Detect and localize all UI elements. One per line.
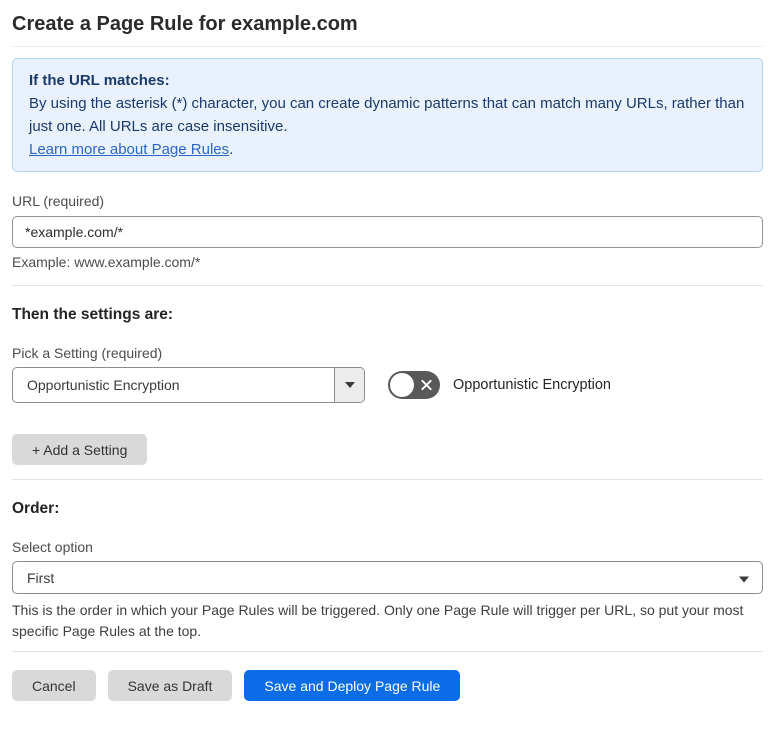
opportunistic-encryption-toggle[interactable] xyxy=(388,371,440,399)
setting-row: Opportunistic Encryption Opportunistic E… xyxy=(12,367,763,403)
create-page-rule-form: Create a Page Rule for example.com If th… xyxy=(0,12,775,701)
chevron-down-icon xyxy=(344,382,355,388)
divider-order xyxy=(12,479,763,480)
order-heading: Order: xyxy=(12,500,60,517)
toggle-off-x-icon xyxy=(421,379,432,391)
setting-dropdown[interactable]: Opportunistic Encryption xyxy=(12,367,365,403)
chevron-down-icon xyxy=(739,576,749,582)
order-select[interactable]: First xyxy=(12,561,763,594)
page-title: Create a Page Rule for example.com xyxy=(12,13,358,35)
divider-settings xyxy=(12,285,763,286)
order-description: This is the order in which your Page Rul… xyxy=(12,602,744,639)
settings-heading: Then the settings are: xyxy=(12,306,174,323)
save-as-draft-button[interactable]: Save as Draft xyxy=(107,670,233,701)
order-select-label: Select option xyxy=(12,539,93,555)
info-box-link-line: Learn more about Page Rules. xyxy=(29,138,746,161)
cancel-button[interactable]: Cancel xyxy=(12,670,96,701)
url-match-info-box: If the URL matches: By using the asteris… xyxy=(12,58,763,172)
title-divider xyxy=(12,46,763,47)
link-period: . xyxy=(229,141,234,158)
info-box-heading: If the URL matches: xyxy=(29,72,170,89)
info-box-body: By using the asterisk (*) character, you… xyxy=(29,95,745,135)
order-select-value: First xyxy=(27,569,55,586)
divider-actions xyxy=(12,651,763,652)
pick-setting-label: Pick a Setting (required) xyxy=(12,345,163,361)
learn-more-link[interactable]: Learn more about Page Rules xyxy=(29,141,229,158)
url-label: URL (required) xyxy=(12,193,105,209)
url-example-hint: Example: www.example.com/* xyxy=(12,254,201,270)
setting-dropdown-value: Opportunistic Encryption xyxy=(27,377,180,393)
toggle-label: Opportunistic Encryption xyxy=(453,377,611,393)
setting-dropdown-arrow-button[interactable] xyxy=(334,368,364,402)
url-input[interactable] xyxy=(12,216,763,248)
save-and-deploy-button[interactable]: Save and Deploy Page Rule xyxy=(244,670,461,701)
toggle-knob xyxy=(390,373,414,397)
action-buttons-row: Cancel Save as Draft Save and Deploy Pag… xyxy=(12,670,763,701)
add-setting-button[interactable]: + Add a Setting xyxy=(12,434,148,465)
